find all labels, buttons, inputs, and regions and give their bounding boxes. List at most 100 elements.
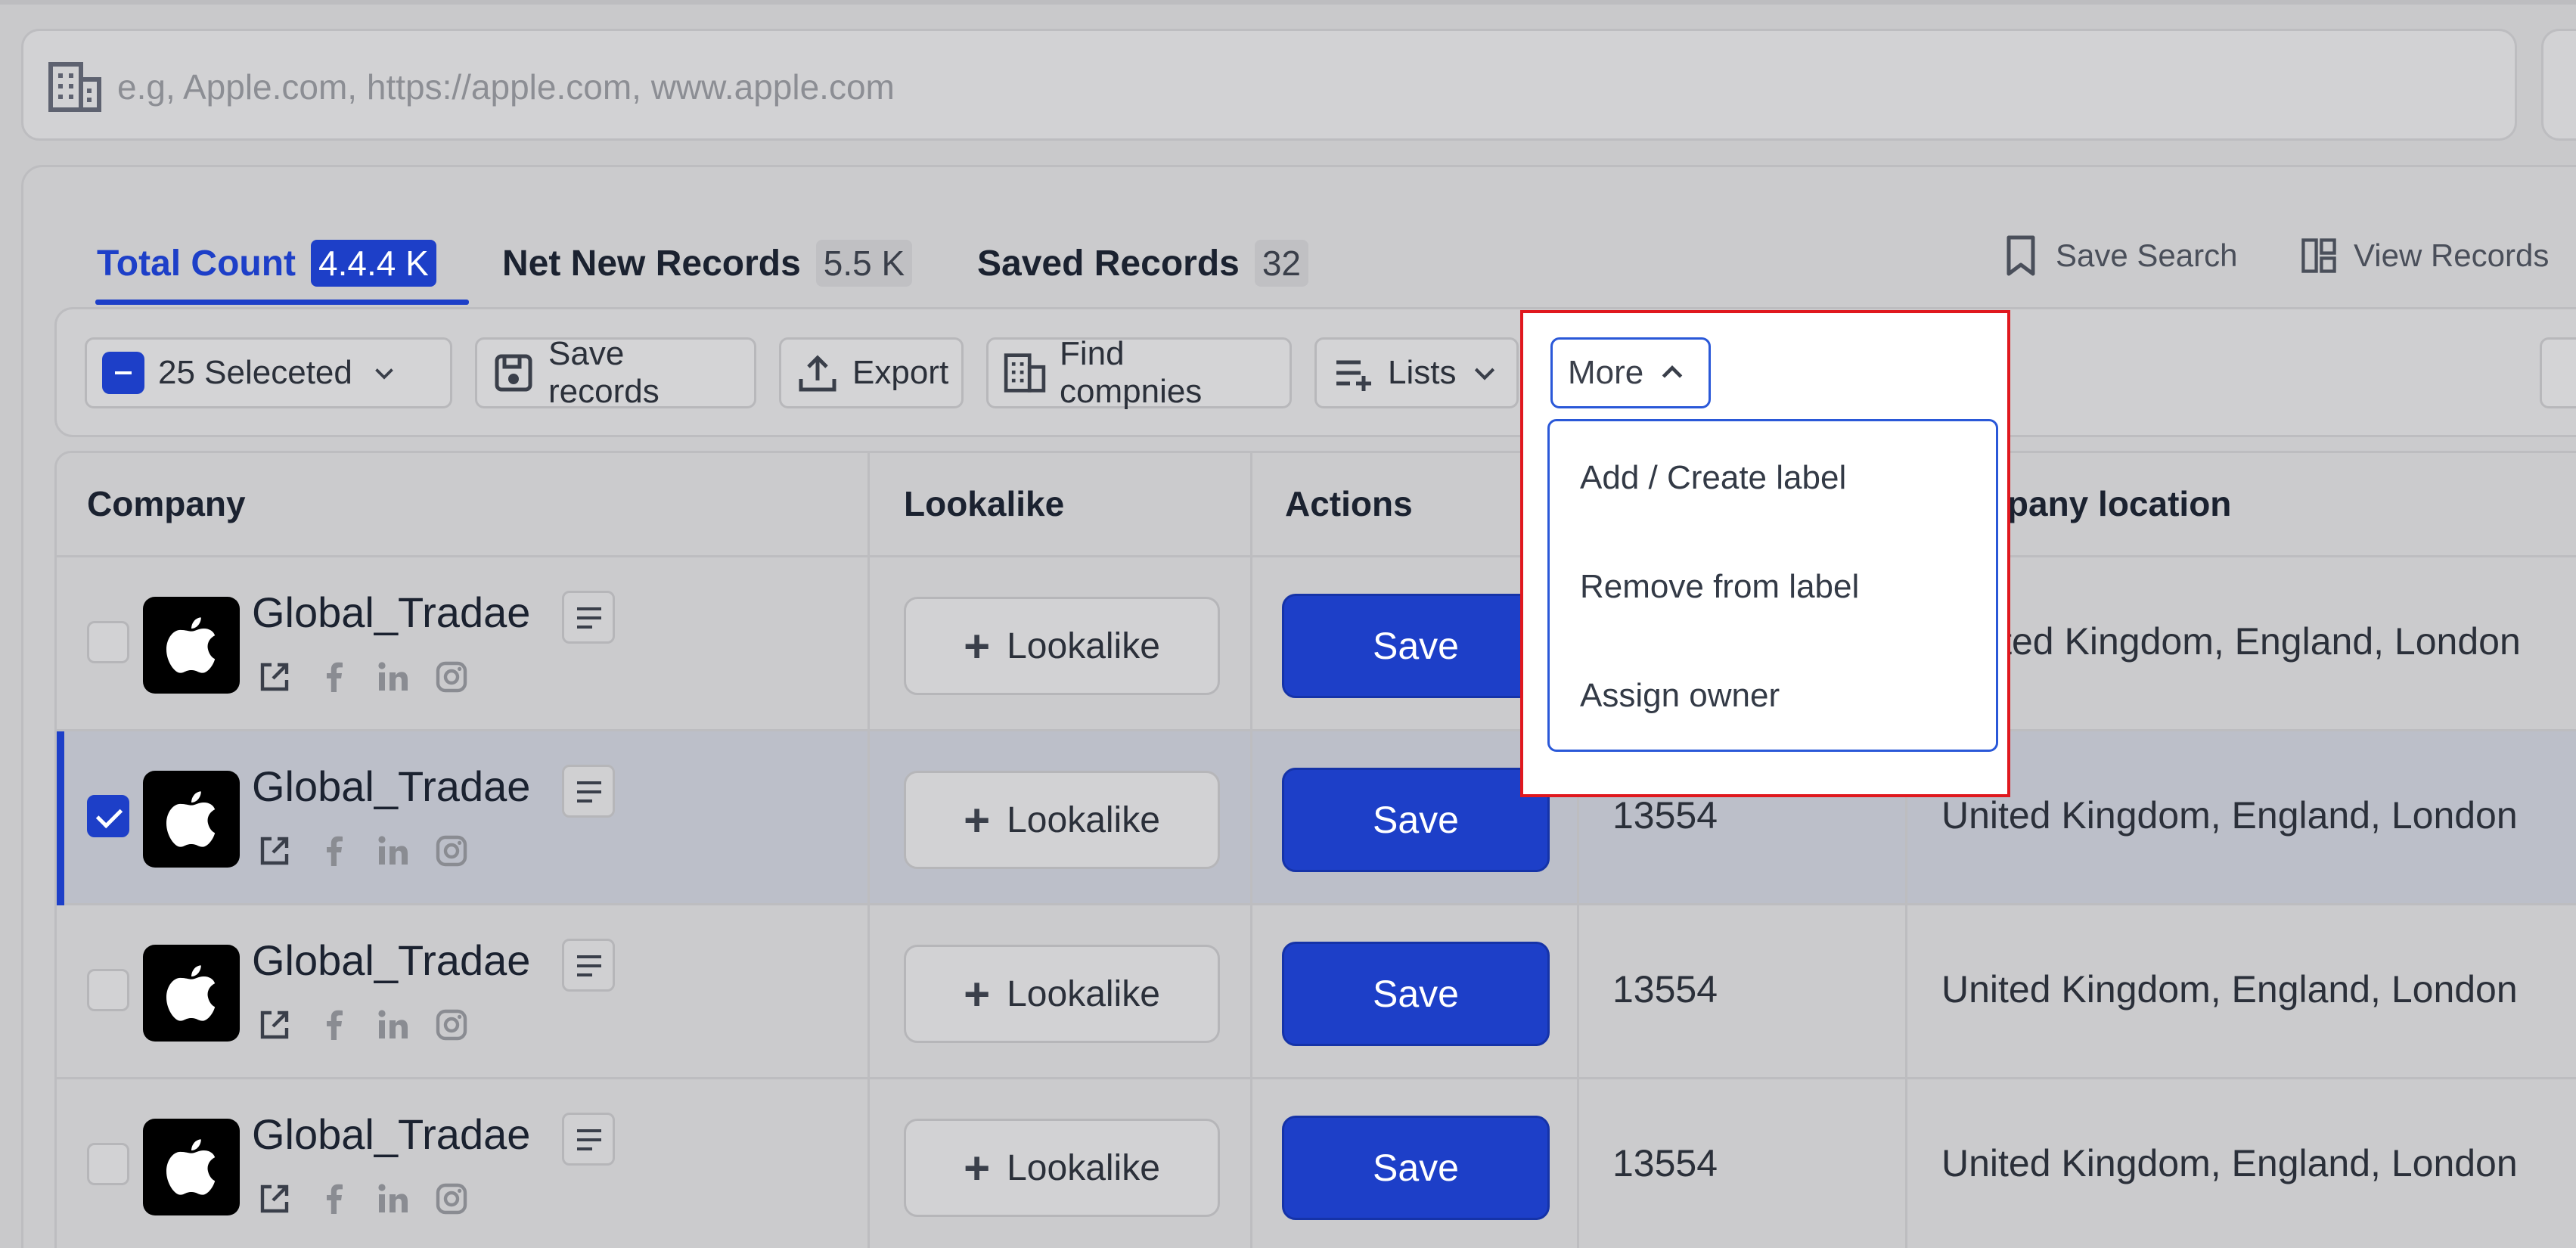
plus-icon: +: [964, 968, 991, 1020]
company-name[interactable]: Global_Tradae: [252, 1110, 530, 1159]
tab-count-badge: 4.4.4 K: [311, 240, 436, 287]
facebook-icon[interactable]: [314, 1179, 353, 1219]
save-button[interactable]: Save: [1282, 942, 1550, 1046]
lookalike-button[interactable]: + Lookalike: [904, 771, 1220, 869]
companies-table: Company Lookalike Actions mpany location…: [54, 451, 2576, 1248]
instagram-icon[interactable]: [432, 1179, 471, 1219]
export-button[interactable]: Export: [779, 337, 964, 408]
floppy-disk-icon: [495, 354, 532, 392]
row-checkbox[interactable]: [87, 969, 129, 1011]
lists-dropdown[interactable]: Lists: [1314, 337, 1519, 408]
selected-count-dropdown[interactable]: 25 Seleceted: [85, 337, 452, 408]
menu-item-assign-owner[interactable]: Assign owner: [1580, 677, 1780, 715]
social-links: [255, 1179, 471, 1219]
apple-logo-icon: [166, 791, 216, 847]
chevron-up-icon: [1662, 365, 1683, 378]
apple-logo-icon: [166, 1139, 216, 1195]
linkedin-icon[interactable]: [373, 831, 412, 871]
facebook-icon[interactable]: [314, 831, 353, 871]
external-link-icon[interactable]: [255, 831, 294, 871]
company-location: ited Kingdom, England, London: [1993, 620, 2521, 663]
view-records-button[interactable]: View Records: [2301, 231, 2549, 280]
more-dropdown-button[interactable]: More: [1550, 337, 1711, 408]
tab-net-new-records[interactable]: Net New Records 5.5 K: [502, 240, 913, 287]
toolbar-overflow-button[interactable]: [2540, 337, 2576, 408]
linkedin-icon[interactable]: [373, 657, 412, 697]
plus-icon: +: [964, 620, 991, 672]
instagram-icon[interactable]: [432, 831, 471, 871]
company-search-bar: [21, 29, 2517, 141]
company-logo: [143, 1119, 240, 1215]
table-row[interactable]: Global_Tradae +Lookalike Save 13554 ited…: [57, 557, 2576, 731]
menu-item-remove-from-label[interactable]: Remove from label: [1580, 568, 1859, 606]
chevron-down-icon: [375, 368, 393, 380]
find-companies-label: Find compnies: [1060, 335, 1203, 410]
list-add-icon: [1336, 360, 1371, 391]
social-links: [255, 831, 471, 871]
lookalike-button[interactable]: + Lookalike: [904, 1119, 1220, 1217]
save-button[interactable]: Save: [1282, 1116, 1550, 1220]
linkedin-icon[interactable]: [373, 1179, 412, 1219]
company-logo: [143, 597, 240, 694]
lookalike-label: Lookalike: [1007, 626, 1160, 666]
external-link-icon[interactable]: [255, 1179, 294, 1219]
company-logo: [143, 771, 240, 868]
instagram-icon[interactable]: [432, 657, 471, 697]
lookalike-label: Lookalike: [1007, 799, 1160, 840]
selected-count-label: 25 Seleceted: [158, 354, 352, 391]
bookmark-icon: [2006, 235, 2035, 276]
column-divider: [867, 453, 870, 1248]
export-label: Export: [852, 354, 949, 391]
plus-icon: +: [964, 794, 991, 846]
company-location: United Kingdom, England, London: [1941, 794, 2518, 837]
company-number: 13554: [1612, 794, 1718, 837]
tab-total-count[interactable]: Total Count 4.4.4 K: [97, 240, 436, 287]
search-side-control[interactable]: [2541, 29, 2576, 141]
table-row[interactable]: Global_Tradae + Lookalike Save 13554 Unit…: [57, 731, 2576, 905]
column-header-actions: Actions: [1285, 484, 1413, 523]
save-button[interactable]: Save: [1282, 594, 1550, 698]
company-name[interactable]: Global_Tradae: [252, 936, 530, 985]
search-input[interactable]: [117, 54, 2386, 120]
plus-icon: +: [964, 1142, 991, 1194]
find-companies-button[interactable]: Find compnies: [986, 335, 1292, 410]
tab-label: Net New Records: [502, 243, 801, 284]
company-name[interactable]: Global_Tradae: [252, 588, 530, 637]
tab-saved-records[interactable]: Saved Records 32: [977, 240, 1308, 287]
table-row[interactable]: Global_Tradae + Lookalike Save 13554 Unit…: [57, 1079, 2576, 1248]
building-icon: [1004, 353, 1046, 393]
row-checkbox[interactable]: [87, 621, 129, 663]
row-checkbox[interactable]: [87, 1143, 129, 1185]
notes-button[interactable]: [562, 1113, 615, 1166]
deselect-icon[interactable]: [102, 352, 144, 394]
menu-item-add-create-label[interactable]: Add / Create label: [1580, 459, 1846, 497]
instagram-icon[interactable]: [432, 1005, 471, 1045]
notes-button[interactable]: [562, 591, 615, 644]
social-links: [255, 657, 471, 697]
selected-row-indicator: [57, 731, 64, 905]
external-link-icon[interactable]: [255, 1005, 294, 1045]
view-records-label: View Records: [2354, 237, 2550, 273]
tab-count-badge: 5.5 K: [815, 240, 913, 287]
table-row[interactable]: Global_Tradae + Lookalike Save 13554 Unit…: [57, 905, 2576, 1079]
notes-button[interactable]: [562, 765, 615, 818]
lookalike-label: Lookalike: [1007, 973, 1160, 1014]
column-header-company: Company: [87, 484, 246, 523]
facebook-icon[interactable]: [314, 1005, 353, 1045]
tab-label: Total Count: [97, 243, 296, 284]
lookalike-button[interactable]: + Lookalike: [904, 597, 1220, 695]
more-label: More: [1568, 354, 1644, 391]
upload-icon: [799, 355, 836, 392]
save-search-button[interactable]: Save Search: [2003, 231, 2237, 280]
save-records-button[interactable]: Save records: [475, 335, 756, 410]
save-search-label: Save Search: [2056, 237, 2238, 273]
lookalike-button[interactable]: + Lookalike: [904, 945, 1220, 1043]
save-button[interactable]: Save: [1282, 768, 1550, 872]
company-name[interactable]: Global_Tradae: [252, 762, 530, 811]
notes-button[interactable]: [562, 939, 615, 992]
facebook-icon[interactable]: [314, 657, 353, 697]
external-link-icon[interactable]: [255, 657, 294, 697]
row-checkbox[interactable]: [87, 795, 129, 837]
chevron-down-icon: [1475, 368, 1495, 380]
linkedin-icon[interactable]: [373, 1005, 412, 1045]
